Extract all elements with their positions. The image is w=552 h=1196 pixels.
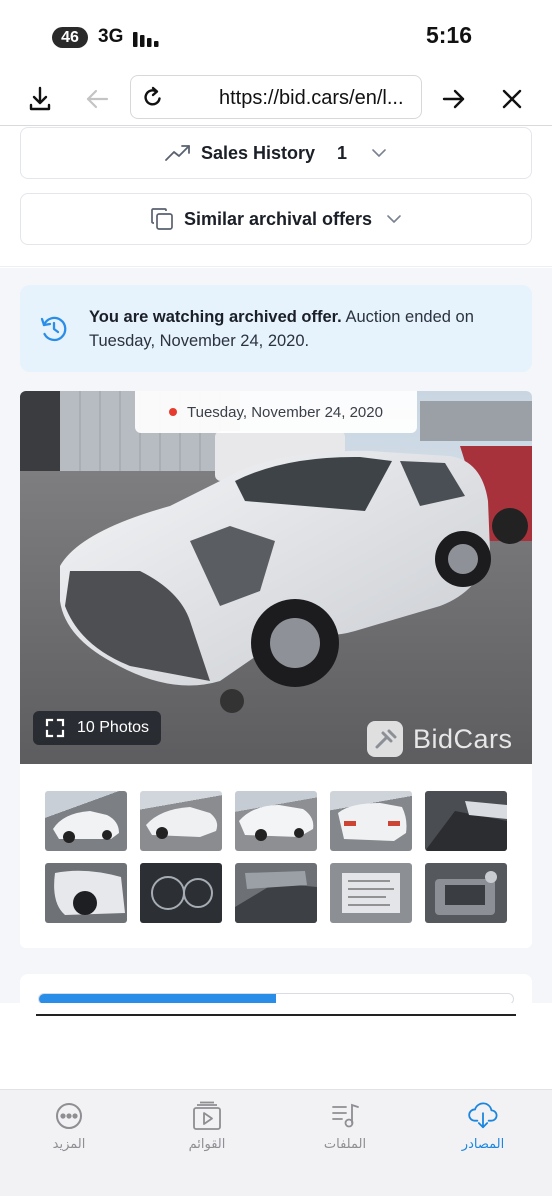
auction-date: Tuesday, November 24, 2020: [187, 403, 383, 421]
page-end-divider: [36, 1014, 516, 1016]
main-car-photo[interactable]: Tuesday, November 24, 2020 10 Photos Bid…: [20, 391, 532, 764]
music-files-icon: [330, 1101, 360, 1131]
tab-more[interactable]: المزيد: [14, 1090, 124, 1170]
signal-badge: 46: [52, 27, 88, 48]
offer-sections: Sales History 1 Similar archival offers: [0, 127, 552, 267]
more-icon: [54, 1101, 84, 1131]
sales-history-count: 1: [337, 142, 348, 163]
thumbnail[interactable]: [425, 863, 507, 923]
copy-icon: [151, 208, 173, 230]
tab-files-label: الملفات: [323, 1137, 367, 1152]
thumbnail[interactable]: [425, 791, 507, 851]
similar-offers-label: Similar archival offers: [183, 208, 373, 229]
car-gallery-card: Tuesday, November 24, 2020 10 Photos Bid…: [20, 391, 532, 948]
download-icon[interactable]: [23, 82, 57, 116]
status-bar: 46 3G 5:16: [0, 0, 552, 72]
photos-button[interactable]: 10 Photos: [33, 711, 162, 745]
network-type: 3G: [98, 26, 124, 47]
sales-history-label: Sales History: [200, 142, 316, 163]
clock-time: 5:16: [425, 22, 472, 48]
thumbnail[interactable]: [330, 863, 412, 923]
tab-files[interactable]: الملفات: [290, 1090, 400, 1170]
fullscreen-icon: [45, 718, 65, 738]
forward-arrow-icon[interactable]: [437, 82, 471, 116]
tab-playlists[interactable]: القوائم: [152, 1090, 262, 1170]
thumbnail[interactable]: [235, 791, 317, 851]
signal-bars-icon: [133, 32, 159, 47]
thumbnail[interactable]: [140, 863, 222, 923]
similar-offers-accordion[interactable]: Similar archival offers: [20, 193, 532, 245]
history-icon: [40, 316, 67, 342]
browser-toolbar: https://bid.cars/en/l...: [0, 72, 552, 126]
status-dot: [169, 408, 178, 416]
sales-history-accordion[interactable]: Sales History 1: [20, 127, 532, 179]
tab-sources[interactable]: المصادر: [428, 1090, 538, 1170]
trending-up-icon: [165, 145, 190, 161]
thumbnail[interactable]: [235, 863, 317, 923]
tab-more-label: المزيد: [52, 1137, 86, 1152]
car-photo-image: [20, 391, 532, 764]
chevron-down-icon: [387, 215, 401, 223]
playlist-icon: [192, 1101, 222, 1131]
bidcars-logo-icon: [367, 721, 403, 757]
back-arrow-icon[interactable]: [80, 82, 114, 116]
page-end: [0, 1003, 552, 1090]
thumbnail[interactable]: [45, 791, 127, 851]
photos-count-label: 10 Photos: [77, 719, 150, 736]
thumbnail[interactable]: [330, 791, 412, 851]
thumbnail[interactable]: [140, 791, 222, 851]
close-icon[interactable]: [495, 82, 529, 116]
archived-notice: You are watching archived offer. Auction…: [20, 285, 532, 372]
tab-playlists-label: القوائم: [188, 1137, 226, 1152]
cloud-download-icon: [468, 1101, 498, 1131]
reload-icon[interactable]: [136, 80, 170, 114]
archived-notice-bold: You are watching archived offer.: [89, 308, 342, 326]
watermark-text: BidCars: [413, 723, 513, 754]
url-bar[interactable]: https://bid.cars/en/l...: [130, 75, 422, 119]
auction-date-pill: Tuesday, November 24, 2020: [135, 391, 417, 433]
url-text: https://bid.cars/en/l...: [219, 87, 404, 109]
archived-notice-text: You are watching archived offer. Auction…: [89, 305, 509, 353]
chevron-down-icon: [372, 149, 386, 157]
bottom-tab-bar: المزيد القوائم الملفات المصادر: [0, 1089, 552, 1196]
thumbnail[interactable]: [45, 863, 127, 923]
tab-sources-label: المصادر: [461, 1137, 505, 1152]
bidcars-watermark: BidCars: [365, 719, 513, 759]
